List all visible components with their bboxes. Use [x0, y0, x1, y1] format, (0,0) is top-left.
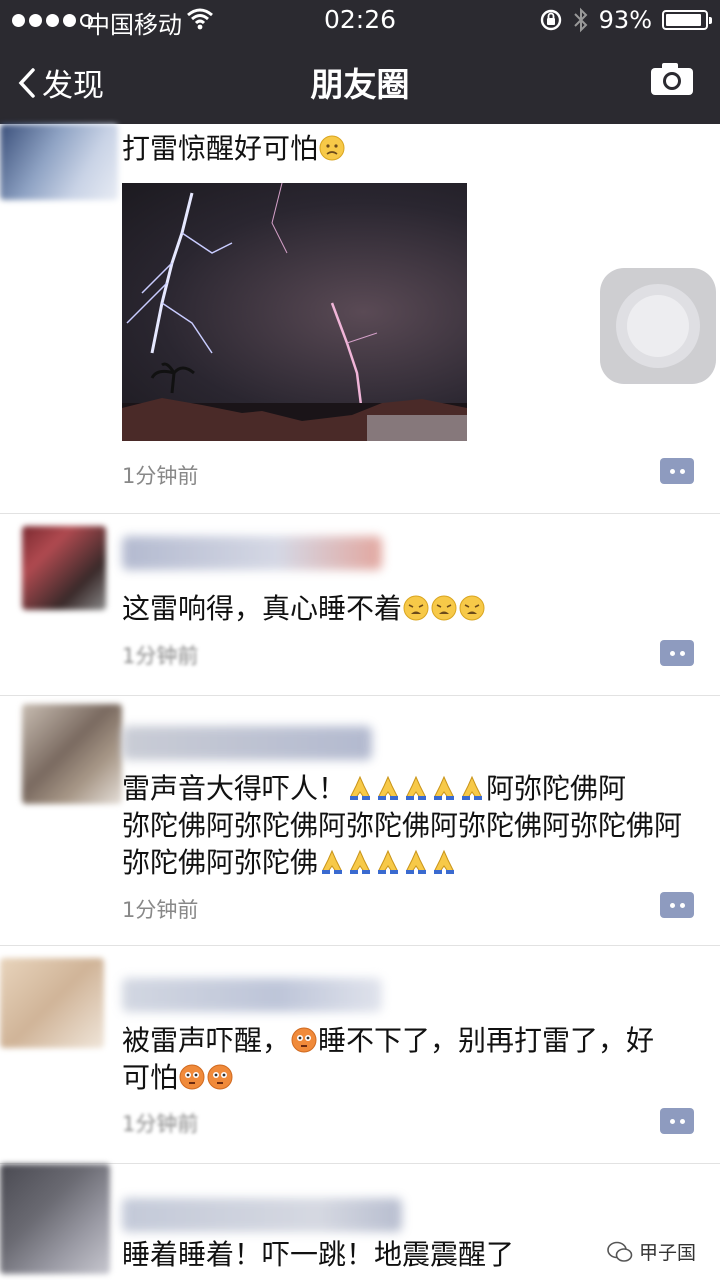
avatar[interactable]	[22, 526, 106, 610]
camera-icon[interactable]	[650, 62, 694, 96]
flushed-face-emoji-icon	[207, 1064, 233, 1090]
post-time: 1分钟前	[122, 898, 199, 922]
prayer-hands-emoji-icon	[378, 775, 399, 800]
feed-post: 这雷响得，真心睡不着 1分钟前	[0, 514, 720, 696]
lightning-photo	[122, 183, 467, 441]
post-text: 打雷惊醒好可怕	[122, 130, 707, 167]
prayer-hands-emoji-icon	[434, 775, 455, 800]
wechat-icon	[607, 1241, 633, 1262]
post-time: 1分钟前	[122, 464, 199, 488]
watermark: 甲子国	[607, 1238, 696, 1265]
post-text: 被雷声吓醒， 睡不下了，别再打雷了，好 可怕	[122, 1024, 655, 1094]
author-name	[122, 1198, 402, 1232]
prayer-hands-emoji-icon	[350, 775, 371, 800]
status-bar: 中国移动 02:26 93%	[0, 0, 720, 40]
bluetooth-icon	[573, 7, 588, 33]
tired-face-emoji-icon	[431, 595, 457, 621]
rotation-lock-icon	[540, 9, 561, 31]
avatar[interactable]	[0, 124, 118, 200]
top-bar: 中国移动 02:26 93% 发现 朋友圈	[0, 0, 720, 124]
avatar[interactable]	[0, 1164, 110, 1274]
feed-post: 雷声音大得吓人！ 阿弥陀佛阿 弥陀佛阿弥陀佛阿弥陀佛阿弥陀佛阿弥陀佛阿 弥陀佛阿弥…	[0, 696, 720, 946]
author-name	[122, 978, 382, 1012]
flushed-face-emoji-icon	[179, 1064, 205, 1090]
tired-face-emoji-icon	[403, 595, 429, 621]
battery-icon	[662, 10, 712, 30]
post-photo[interactable]	[122, 183, 467, 441]
prayer-hands-emoji-icon	[434, 849, 455, 874]
prayer-hands-emoji-icon	[462, 775, 483, 800]
author-name	[122, 536, 382, 570]
watermark-label: 甲子国	[638, 1242, 696, 1264]
page-title: 朋友圈	[310, 65, 410, 104]
post-text: 雷声音大得吓人！ 阿弥陀佛阿 弥陀佛阿弥陀佛阿弥陀佛阿弥陀佛阿弥陀佛阿 弥陀佛阿弥…	[122, 772, 683, 879]
comment-button[interactable]	[660, 458, 694, 484]
sad-face-emoji-icon	[319, 135, 345, 161]
assistive-touch-button[interactable]	[600, 268, 716, 384]
battery-percent: 93%	[598, 6, 652, 34]
feed-post: 被雷声吓醒， 睡不下了，别再打雷了，好 可怕 1分钟前	[0, 946, 720, 1164]
author-name	[122, 726, 372, 760]
post-time: 1分钟前	[122, 644, 199, 668]
comment-button[interactable]	[660, 1108, 694, 1134]
flushed-face-emoji-icon	[291, 1027, 317, 1053]
tired-face-emoji-icon	[459, 595, 485, 621]
post-time: 1分钟前	[122, 1112, 199, 1136]
comment-button[interactable]	[660, 892, 694, 918]
post-text: 这雷响得，真心睡不着	[122, 590, 707, 627]
prayer-hands-emoji-icon	[378, 849, 399, 874]
avatar[interactable]	[0, 958, 104, 1048]
prayer-hands-emoji-icon	[350, 849, 371, 874]
comment-button[interactable]	[660, 640, 694, 666]
prayer-hands-emoji-icon	[406, 849, 427, 874]
prayer-hands-emoji-icon	[322, 849, 343, 874]
prayer-hands-emoji-icon	[406, 775, 427, 800]
avatar[interactable]	[22, 704, 122, 804]
